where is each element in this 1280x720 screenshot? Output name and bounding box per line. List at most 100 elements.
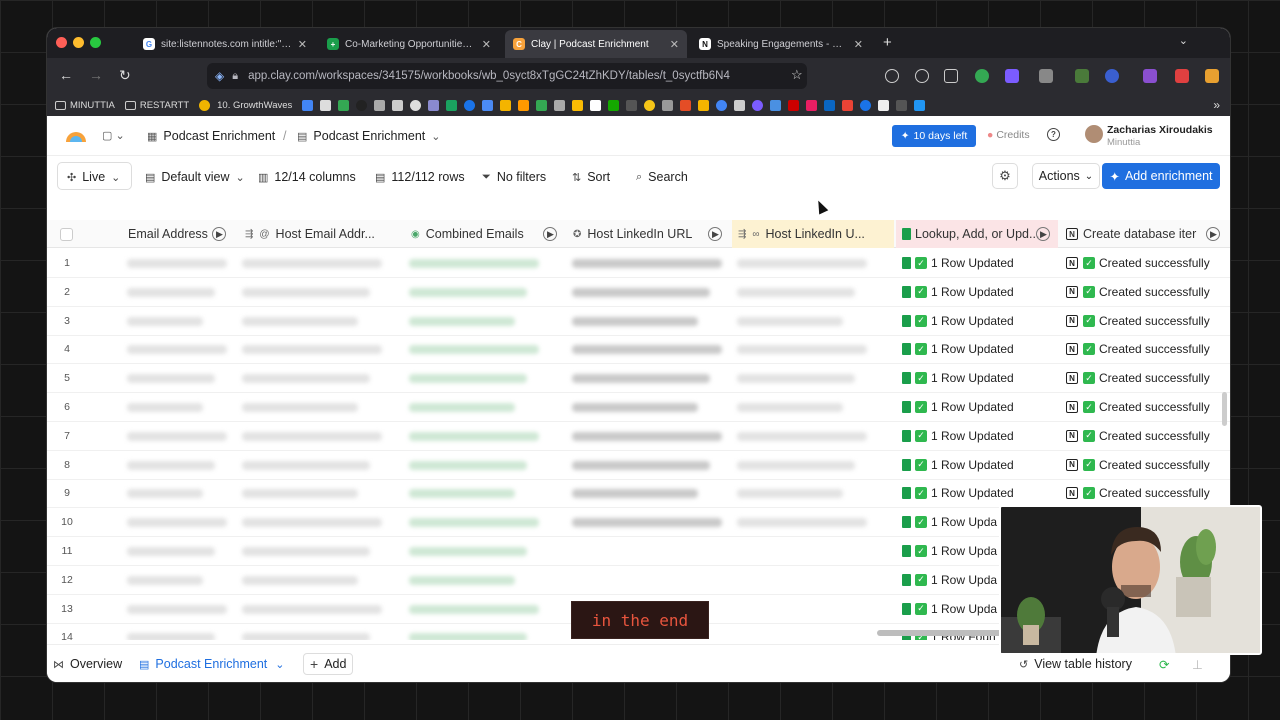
- view-dropdown[interactable]: ▤ Default view ⌄: [145, 170, 251, 184]
- bookmark-folder[interactable]: RESTARTT: [124, 100, 189, 111]
- lookup-status-cell[interactable]: ✓ 1 Row Updated: [902, 400, 1014, 414]
- column-header-email[interactable]: Email Address ▶: [122, 220, 234, 248]
- redacted-cell[interactable]: [409, 316, 515, 326]
- table-row[interactable]: 5 ✓ 1 Row Updated N ✓ Created successfully: [47, 364, 1230, 394]
- redacted-cell[interactable]: [242, 575, 358, 585]
- table-row[interactable]: 7 ✓ 1 Row Updated N ✓ Created successfully: [47, 422, 1230, 451]
- lookup-status-cell[interactable]: ✓ 1 Row Upda: [902, 602, 997, 616]
- bookmark-favicon[interactable]: [464, 99, 476, 111]
- url-field[interactable]: ◈ 🔒︎ app.clay.com/workspaces/341575/work…: [207, 63, 807, 89]
- redacted-cell[interactable]: [127, 575, 203, 585]
- column-header-host-linkedin[interactable]: ✪ Host LinkedIn URL ▶: [567, 220, 730, 248]
- bookmark-favicon[interactable]: [752, 99, 764, 111]
- redacted-cell[interactable]: [242, 316, 358, 326]
- bookmark-favicon[interactable]: [446, 99, 458, 111]
- bookmark-favicon[interactable]: [842, 99, 854, 111]
- redacted-cell[interactable]: [127, 403, 203, 412]
- lookup-status-cell[interactable]: ✓ 1 Row Updated: [902, 458, 1014, 472]
- redacted-cell[interactable]: [409, 547, 527, 556]
- live-dropdown-label[interactable]: ✣ Live ⌄: [67, 170, 126, 184]
- table-row[interactable]: 1 ✓ 1 Row Updated N ✓ Created successfully: [47, 249, 1230, 278]
- lookup-status-cell[interactable]: ✓ 1 Row Upda: [902, 573, 997, 587]
- browser-tab-active[interactable]: C Clay | Podcast Enrichment ✕: [505, 30, 687, 58]
- bookmark-favicon[interactable]: [644, 99, 656, 111]
- redacted-cell[interactable]: [572, 403, 698, 412]
- extensions-icon[interactable]: [944, 69, 958, 83]
- redacted-cell[interactable]: [127, 259, 227, 268]
- browser-tab[interactable]: G site:listennotes.com intitle:"growth" …: [135, 30, 315, 58]
- close-window-button[interactable]: [56, 37, 67, 48]
- filters-button[interactable]: ⏷ No filters: [482, 170, 546, 184]
- maximize-window-button[interactable]: [90, 37, 101, 48]
- rows-button[interactable]: ▤ 112/112 rows: [375, 170, 465, 184]
- table-row[interactable]: 2 ✓ 1 Row Updated N ✓ Created successfully: [47, 278, 1230, 307]
- redacted-cell[interactable]: [572, 460, 710, 470]
- breadcrumb-workbook[interactable]: ▦ Podcast Enrichment: [147, 129, 275, 143]
- add-enrichment-button[interactable]: ✦ Add enrichment: [1102, 163, 1220, 189]
- redacted-cell[interactable]: [127, 460, 215, 470]
- table-tab-podcast-enrichment[interactable]: ▤ Podcast Enrichment ⌄: [139, 657, 290, 671]
- column-header-lookup[interactable]: Lookup, Add, or Upd... ▶: [896, 220, 1058, 248]
- redacted-cell[interactable]: [409, 460, 527, 470]
- redacted-cell[interactable]: [409, 575, 515, 585]
- bookmark-favicon[interactable]: [824, 99, 836, 111]
- redacted-cell[interactable]: [737, 374, 855, 384]
- redacted-cell[interactable]: [127, 633, 215, 640]
- lookup-status-cell[interactable]: ✓ 1 Row Updated: [902, 429, 1014, 443]
- reload-icon[interactable]: ↻: [119, 67, 131, 84]
- breadcrumb-table[interactable]: ▤ Podcast Enrichment ⌄: [297, 129, 446, 143]
- column-header-create-db-item[interactable]: N Create database iter ▶: [1060, 220, 1228, 248]
- back-arrow-icon[interactable]: ←: [59, 67, 73, 83]
- create-status-cell[interactable]: N ✓ Created successfully: [1066, 486, 1210, 500]
- select-all-checkbox[interactable]: [60, 228, 73, 241]
- clay-logo-icon[interactable]: [65, 127, 87, 143]
- redacted-cell[interactable]: [409, 633, 527, 640]
- redacted-cell[interactable]: [409, 489, 515, 499]
- redacted-cell[interactable]: [127, 287, 215, 297]
- create-status-cell[interactable]: N ✓ Created successfully: [1066, 400, 1210, 414]
- bookmark-favicon[interactable]: [698, 99, 710, 111]
- bookmark-favicon[interactable]: [860, 99, 872, 111]
- folder-icon[interactable]: ▢ ⌄: [102, 129, 131, 142]
- redacted-cell[interactable]: [242, 431, 382, 441]
- redacted-cell[interactable]: [572, 518, 722, 528]
- minimize-window-button[interactable]: [73, 37, 84, 48]
- redacted-cell[interactable]: [409, 374, 527, 384]
- bookmark-favicon[interactable]: [302, 99, 314, 111]
- create-status-cell[interactable]: N ✓ Created successfully: [1066, 285, 1210, 299]
- trial-badge[interactable]: ✦ 10 days left: [892, 125, 976, 147]
- redacted-cell[interactable]: [572, 431, 722, 441]
- help-icon[interactable]: ?: [1047, 128, 1060, 141]
- bookmark-star-icon[interactable]: ☆: [791, 67, 803, 83]
- bookmark-favicon[interactable]: [788, 99, 800, 111]
- create-status-cell[interactable]: N ✓ Created successfully: [1066, 429, 1210, 443]
- redacted-cell[interactable]: [737, 403, 843, 412]
- bookmark-favicon[interactable]: [626, 99, 638, 111]
- extension-icon[interactable]: [1075, 69, 1089, 83]
- close-tab-icon[interactable]: ✕: [298, 38, 307, 51]
- create-status-cell[interactable]: N ✓ Created successfully: [1066, 371, 1210, 385]
- run-column-icon[interactable]: ▶: [1206, 227, 1220, 241]
- overview-tab[interactable]: ⋈ Overview: [53, 657, 122, 671]
- bookmark-favicon[interactable]: [518, 99, 530, 111]
- redacted-cell[interactable]: [737, 287, 855, 297]
- pin-icon[interactable]: ⊥: [1192, 657, 1203, 672]
- redacted-cell[interactable]: [127, 316, 203, 326]
- settings-gear-icon[interactable]: ⚙: [992, 163, 1018, 189]
- bookmark-favicon[interactable]: [734, 99, 746, 111]
- close-tab-icon[interactable]: ✕: [482, 38, 491, 51]
- extension-icon[interactable]: [1175, 69, 1189, 83]
- column-header-combined-emails[interactable]: ◉ Combined Emails ▶: [405, 220, 565, 248]
- close-tab-icon[interactable]: ✕: [670, 38, 679, 51]
- run-column-icon[interactable]: ▶: [212, 227, 226, 241]
- redacted-cell[interactable]: [409, 518, 539, 528]
- redacted-cell[interactable]: [409, 431, 539, 441]
- columns-button[interactable]: ▥ 12/14 columns: [258, 170, 356, 184]
- redacted-cell[interactable]: [409, 403, 515, 412]
- extension-icon[interactable]: [975, 69, 989, 83]
- bookmark-favicon[interactable]: [716, 99, 728, 111]
- redacted-cell[interactable]: [127, 604, 227, 614]
- bookmark-favicon[interactable]: [500, 99, 512, 111]
- column-header-host-linkedin-url[interactable]: ⇶ ∞ Host LinkedIn U...: [732, 220, 894, 248]
- bookmark-favicon[interactable]: [536, 99, 548, 111]
